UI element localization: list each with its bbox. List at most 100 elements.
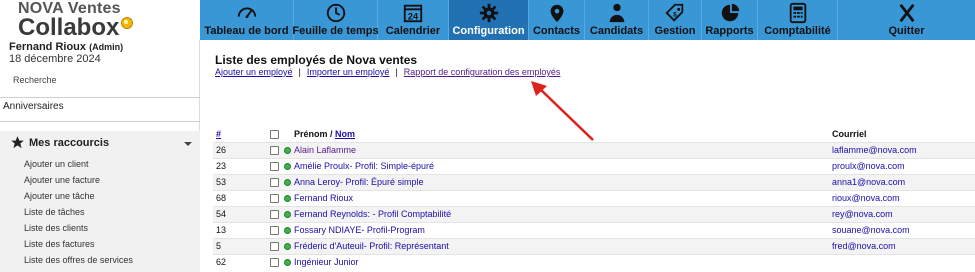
active-status-dot-icon: [284, 163, 291, 171]
employee-name-link[interactable]: Fernand Reynolds: - Profil Comptabilité: [294, 209, 451, 219]
shortcut-item[interactable]: Ajouter une tâche: [24, 190, 133, 206]
row-checkbox[interactable]: [270, 146, 279, 156]
employee-name-link[interactable]: Fernand Rioux: [294, 193, 353, 203]
column-header-email: Courriel: [832, 128, 867, 139]
email-cell: souane@nova.com: [832, 221, 975, 238]
table-row: 26 Alain Laflamme laflamme@nova.com: [213, 141, 975, 158]
row-checkbox[interactable]: [270, 210, 279, 220]
nav-label: Calendrier: [385, 25, 441, 37]
row-status: [284, 237, 294, 254]
separator: |: [298, 67, 301, 77]
row-checkbox[interactable]: [270, 178, 279, 188]
row-status: [284, 141, 294, 158]
nav-item-quit[interactable]: Quitter: [838, 0, 975, 40]
row-checkbox[interactable]: [270, 242, 279, 252]
employee-email-link[interactable]: souane@nova.com: [832, 225, 910, 235]
calendar-icon: 24: [401, 2, 425, 24]
top-navigation: Tableau de bord Feuille de temps 24 Cale…: [200, 0, 975, 40]
shortcut-item[interactable]: Liste des clients: [24, 222, 133, 238]
column-header-number[interactable]: #: [213, 126, 270, 142]
x-icon: [895, 2, 919, 24]
employee-name-link[interactable]: Amélie Proulx- Profil: Simple-épuré: [294, 161, 434, 171]
active-status-dot-icon: [284, 243, 291, 251]
employee-email-link[interactable]: proulx@nova.com: [832, 161, 905, 171]
chevron-down-icon[interactable]: [184, 142, 192, 146]
row-select: [270, 253, 284, 270]
table-row: 53 Anna Leroy- Profil: Épuré simple anna…: [213, 173, 975, 190]
nav-label: Comptabilité: [764, 25, 831, 37]
shortcut-item[interactable]: Liste des factures: [24, 238, 133, 254]
separator: |: [395, 67, 398, 77]
table-row: 5 Fréderic d'Auteuil- Profil: Représenta…: [213, 237, 975, 254]
anniversaries-link[interactable]: Anniversaires: [3, 101, 64, 112]
select-all-checkbox[interactable]: [270, 129, 279, 139]
email-cell: [832, 253, 975, 270]
active-status-dot-icon: [284, 211, 291, 219]
table-row: 13 Fossary NDIAYE- Profil-Program souane…: [213, 221, 975, 238]
import-employee-link[interactable]: Importer un employé: [307, 67, 390, 77]
name-cell: Alain Laflamme: [294, 141, 832, 158]
pie-chart-icon: [718, 2, 742, 24]
shortcut-item[interactable]: Liste de tâches: [24, 206, 133, 222]
nav-label: Rapports: [705, 25, 754, 37]
svg-text:$: $: [673, 12, 677, 19]
employee-email-link[interactable]: rey@nova.com: [832, 209, 893, 219]
row-checkbox[interactable]: [270, 226, 279, 236]
employee-id: 62: [213, 253, 270, 270]
row-checkbox[interactable]: [270, 194, 279, 204]
email-cell: rioux@nova.com: [832, 189, 975, 206]
star-icon: [11, 136, 24, 149]
nav-item-reports[interactable]: Rapports: [702, 0, 758, 40]
action-links: Ajouter un employé | Importer un employé | R…: [215, 67, 560, 77]
nav-label: Contacts: [532, 25, 581, 37]
row-select: [270, 141, 284, 158]
employee-config-report-link[interactable]: Rapport de configuration des employés: [404, 67, 561, 77]
employee-email-link[interactable]: rioux@nova.com: [832, 193, 900, 203]
user-info: Fernand Rioux (Admin): [9, 41, 123, 53]
name-cell: Fernand Reynolds: - Profil Comptabilité: [294, 205, 832, 222]
add-employee-link[interactable]: Ajouter un employé: [215, 67, 293, 77]
employee-email-link[interactable]: anna1@nova.com: [832, 177, 905, 187]
row-status: [284, 205, 294, 222]
map-pin-icon: [545, 2, 569, 24]
column-header-name: Prénom / Nom: [294, 126, 832, 142]
nav-item-contacts[interactable]: Contacts: [529, 0, 585, 40]
name-cell: Fréderic d'Auteuil- Profil: Représentant: [294, 237, 832, 254]
current-date: 18 décembre 2024: [9, 53, 101, 65]
app-logo[interactable]: NOVA Ventes Collabox: [0, 0, 200, 40]
nav-label: Gestion: [654, 25, 696, 37]
nav-item-calendar[interactable]: 24 Calendrier: [378, 0, 449, 40]
nav-item-configuration[interactable]: Configuration: [449, 0, 529, 40]
employee-name-link[interactable]: Alain Laflamme: [294, 145, 356, 155]
nav-item-dashboard[interactable]: Tableau de bord: [200, 0, 294, 40]
nav-item-candidates[interactable]: Candidats: [585, 0, 649, 40]
row-checkbox[interactable]: [270, 162, 279, 172]
employee-name-link[interactable]: Ingénieur Junior: [294, 257, 359, 267]
table-row: 54 Fernand Reynolds: - Profil Comptabili…: [213, 205, 975, 222]
sort-by-lastname-link[interactable]: Nom: [335, 129, 355, 139]
tag-icon: $: [663, 2, 687, 24]
shortcut-item[interactable]: Ajouter un client: [24, 158, 133, 174]
employee-name-link[interactable]: Anna Leroy- Profil: Épuré simple: [294, 177, 424, 187]
nav-item-timesheet[interactable]: Feuille de temps: [292, 0, 379, 40]
employee-email-link[interactable]: laflamme@nova.com: [832, 145, 917, 155]
shortcuts-header[interactable]: Mes raccourcis: [10, 135, 109, 150]
table-header-row: # Prénom / Nom Courriel: [213, 126, 975, 142]
row-checkbox[interactable]: [270, 258, 279, 268]
logo-product: Collabox: [18, 14, 120, 40]
employee-email-link[interactable]: fred@nova.com: [832, 241, 896, 251]
sidebar: Fernand Rioux (Admin) 18 décembre 2024 R…: [0, 40, 200, 272]
active-status-dot-icon: [284, 179, 291, 187]
sort-by-number-link[interactable]: #: [216, 129, 221, 139]
row-status: [284, 157, 294, 174]
column-header-select: [270, 126, 284, 142]
nav-item-accounting[interactable]: Comptabilité: [758, 0, 838, 40]
nav-item-management[interactable]: $ Gestion: [649, 0, 702, 40]
employee-name-link[interactable]: Fréderic d'Auteuil- Profil: Représentant: [294, 241, 449, 251]
main-content: Liste des employés de Nova ventes Ajoute…: [205, 40, 975, 272]
employee-id: 54: [213, 205, 270, 222]
employee-name-link[interactable]: Fossary NDIAYE- Profil-Program: [294, 225, 425, 235]
shortcut-item[interactable]: Ajouter une facture: [24, 174, 133, 190]
search-link[interactable]: Recherche: [13, 75, 57, 85]
shortcut-item[interactable]: Liste des offres de services: [24, 254, 133, 270]
